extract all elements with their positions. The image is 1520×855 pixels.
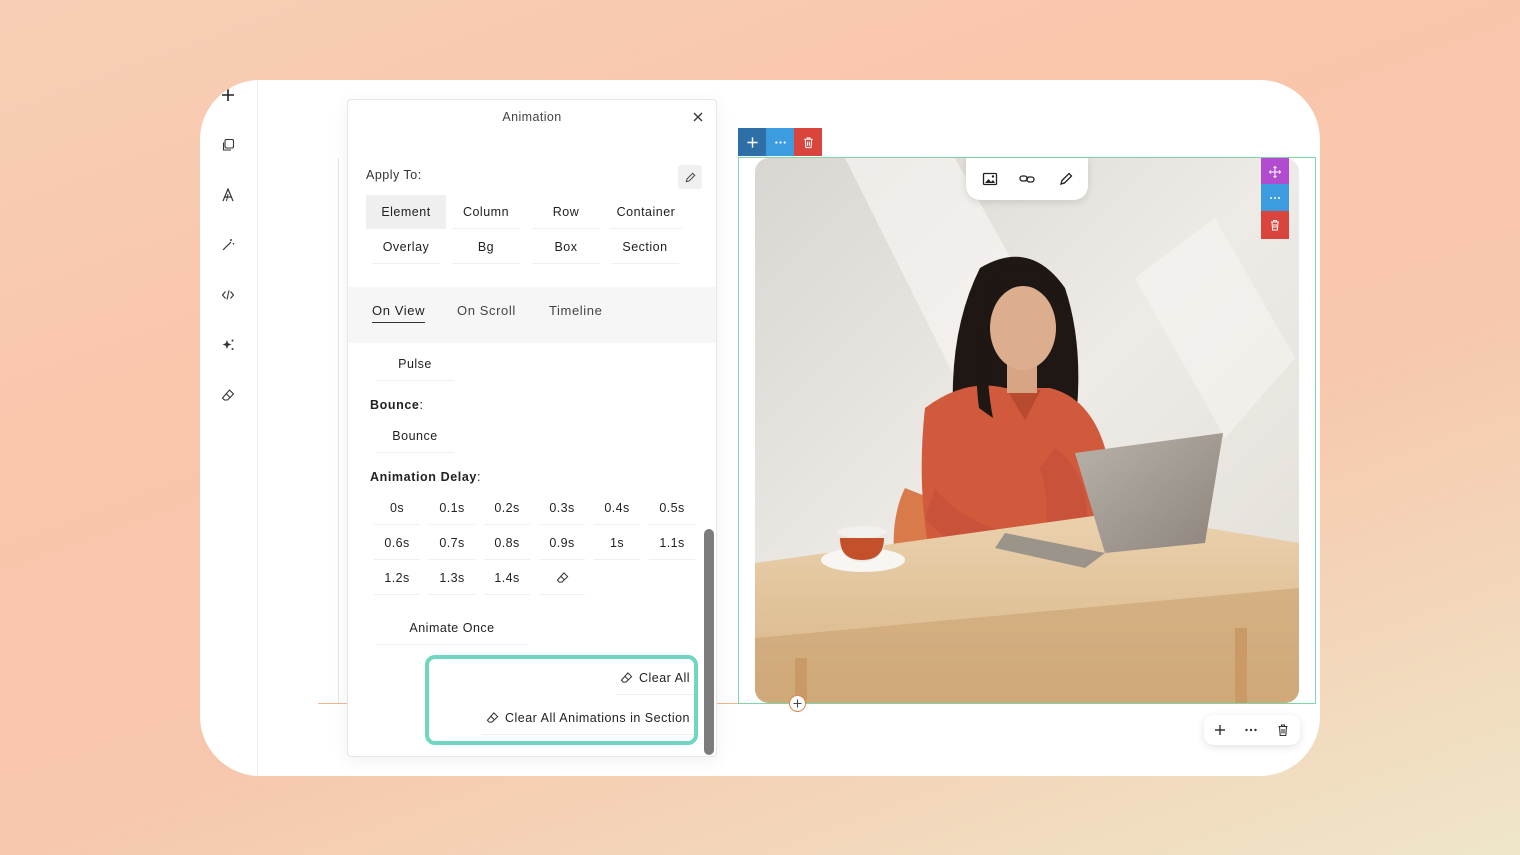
scrollbar-thumb[interactable] bbox=[704, 529, 714, 755]
duplicate-icon[interactable] bbox=[217, 134, 239, 156]
clear-section-animations-button[interactable]: Clear All Animations in Section bbox=[481, 701, 694, 735]
tab-timeline[interactable]: Timeline bbox=[549, 303, 602, 322]
clear-all-button[interactable]: Clear All bbox=[615, 661, 694, 695]
eraser-icon[interactable] bbox=[217, 384, 239, 406]
apply-to-label: Apply To: bbox=[366, 168, 422, 182]
more-options-button[interactable] bbox=[766, 128, 794, 156]
code-icon[interactable] bbox=[217, 284, 239, 306]
add-section-icon[interactable] bbox=[1212, 722, 1228, 738]
delay-0.7s[interactable]: 0.7s bbox=[429, 526, 475, 560]
add-icon[interactable] bbox=[217, 84, 239, 106]
move-icon[interactable] bbox=[1261, 158, 1289, 186]
link-icon[interactable] bbox=[1017, 169, 1037, 189]
editor-frame: Animation Apply To: Element Column Row C… bbox=[200, 80, 1320, 776]
animation-tabs: On View On Scroll Timeline bbox=[348, 287, 716, 343]
section-toolbar bbox=[1204, 715, 1300, 745]
delay-1s[interactable]: 1s bbox=[594, 526, 640, 560]
delay-1.3s[interactable]: 1.3s bbox=[429, 561, 475, 595]
delay-0.1s[interactable]: 0.1s bbox=[429, 491, 475, 525]
animation-options-list: Pulse Bounce: Bounce Animation Delay: 0s… bbox=[348, 343, 716, 756]
animate-once-toggle[interactable]: Animate Once bbox=[376, 611, 528, 645]
clear-all-label: Clear All bbox=[638, 670, 690, 685]
delay-1.1s[interactable]: 1.1s bbox=[649, 526, 695, 560]
tab-on-scroll[interactable]: On Scroll bbox=[457, 303, 516, 322]
pulse-option[interactable]: Pulse bbox=[376, 347, 454, 381]
delay-0.4s[interactable]: 0.4s bbox=[594, 491, 640, 525]
pencil-icon[interactable] bbox=[678, 165, 702, 189]
delay-0.3s[interactable]: 0.3s bbox=[539, 491, 585, 525]
clear-section-label: Clear All Animations in Section bbox=[504, 710, 690, 725]
edit-icon[interactable] bbox=[1056, 169, 1076, 189]
bounce-heading: Bounce: bbox=[370, 398, 424, 412]
element-more-button[interactable] bbox=[1261, 184, 1289, 212]
delay-0.5s[interactable]: 0.5s bbox=[649, 491, 695, 525]
image-toolbar bbox=[966, 158, 1088, 200]
eraser-icon bbox=[620, 672, 633, 683]
delay-1.2s[interactable]: 1.2s bbox=[374, 561, 420, 595]
delete-element-button[interactable] bbox=[1261, 211, 1289, 239]
add-element-button[interactable] bbox=[738, 128, 766, 156]
target-box[interactable]: Box bbox=[532, 230, 600, 264]
trash-icon[interactable] bbox=[1275, 722, 1291, 738]
target-bg[interactable]: Bg bbox=[452, 230, 520, 264]
close-icon[interactable] bbox=[691, 110, 705, 124]
sparkle-icon[interactable] bbox=[217, 334, 239, 356]
eraser-icon bbox=[486, 712, 499, 723]
delete-row-button[interactable] bbox=[794, 128, 822, 156]
delay-0.8s[interactable]: 0.8s bbox=[484, 526, 530, 560]
target-overlay[interactable]: Overlay bbox=[372, 230, 440, 264]
delay-0s[interactable]: 0s bbox=[374, 491, 420, 525]
delay-0.9s[interactable]: 0.9s bbox=[539, 526, 585, 560]
tab-on-view[interactable]: On View bbox=[372, 303, 426, 323]
woman-laptop-image[interactable] bbox=[755, 158, 1299, 703]
delay-0.6s[interactable]: 0.6s bbox=[374, 526, 420, 560]
animation-panel: Animation Apply To: Element Column Row C… bbox=[347, 99, 717, 757]
typography-icon[interactable] bbox=[217, 184, 239, 206]
target-column[interactable]: Column bbox=[452, 195, 520, 229]
target-section[interactable]: Section bbox=[611, 230, 679, 264]
animation-delay-heading: Animation Delay: bbox=[370, 470, 482, 484]
delay-0.2s[interactable]: 0.2s bbox=[484, 491, 530, 525]
bounce-option[interactable]: Bounce bbox=[376, 419, 454, 453]
section-guide bbox=[338, 158, 339, 704]
image-icon[interactable] bbox=[980, 169, 1000, 189]
delay-1.4s[interactable]: 1.4s bbox=[484, 561, 530, 595]
section-more-icon[interactable] bbox=[1243, 722, 1259, 738]
magic-wand-icon[interactable] bbox=[217, 234, 239, 256]
left-toolbar bbox=[200, 80, 258, 776]
target-container[interactable]: Container bbox=[610, 195, 682, 229]
target-element[interactable]: Element bbox=[366, 195, 446, 229]
add-section-button[interactable] bbox=[789, 695, 806, 712]
target-row[interactable]: Row bbox=[532, 195, 600, 229]
clear-delay-eraser-icon[interactable] bbox=[539, 561, 585, 595]
panel-title: Animation bbox=[502, 110, 562, 124]
